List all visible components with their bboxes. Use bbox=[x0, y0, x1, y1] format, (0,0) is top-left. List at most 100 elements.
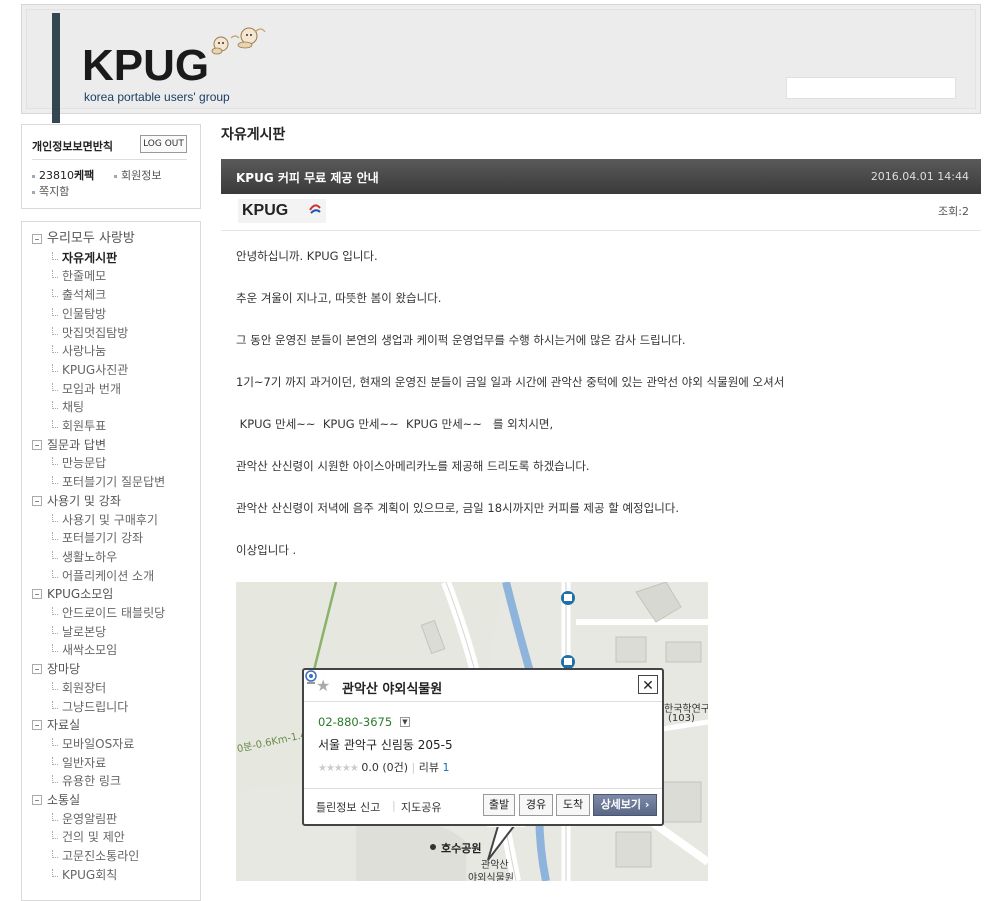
sidebar-item[interactable]: 사랑나눔 bbox=[22, 342, 200, 360]
arrive-button[interactable]: 도착 bbox=[556, 794, 590, 816]
sidebar-item[interactable]: 회원투표 bbox=[22, 417, 200, 435]
sidebar-item[interactable]: 출석체크 bbox=[22, 286, 200, 304]
member-info-label: 회원정보 bbox=[121, 169, 162, 182]
collapse-icon bbox=[32, 495, 42, 506]
share-map-link[interactable]: 지도공유 bbox=[401, 799, 441, 815]
view-count-value: 2 bbox=[962, 205, 969, 218]
author-logo[interactable]: KPUG bbox=[238, 199, 326, 223]
chevron-down-icon[interactable]: ▼ bbox=[400, 717, 410, 727]
sidebar-item[interactable]: 일반자료 bbox=[22, 754, 200, 772]
sidebar-item-label: 새싹소모임 bbox=[62, 643, 118, 658]
author-logo-text: KPUG bbox=[242, 202, 289, 219]
member-nickname: 개인정보보면반칙 bbox=[32, 140, 113, 153]
bullet-icon bbox=[114, 174, 117, 178]
member-info-link[interactable]: 회원정보 bbox=[114, 167, 161, 183]
post-author-bar: KPUG 조회:2 bbox=[221, 194, 981, 231]
sidebar-item[interactable]: KPUG회칙 bbox=[22, 866, 200, 884]
sidebar-category[interactable]: 자료실 bbox=[22, 716, 200, 734]
sidebar-item[interactable]: 새싹소모임 bbox=[22, 641, 200, 659]
tree-branch-icon bbox=[52, 550, 58, 559]
sidebar-category[interactable]: KPUG소모임 bbox=[22, 585, 200, 603]
location-pin-icon[interactable] bbox=[304, 670, 318, 686]
sidebar-item[interactable]: 사용기 및 구매후기 bbox=[22, 511, 200, 529]
place-label-line2: 야외식물원 bbox=[468, 873, 514, 881]
bullet-icon bbox=[32, 190, 35, 194]
sidebar-item[interactable]: 맛집멋집탐방 bbox=[22, 324, 200, 342]
sidebar-item[interactable]: 모임과 번개 bbox=[22, 380, 200, 398]
sidebar-item[interactable]: KPUG사진관 bbox=[22, 361, 200, 379]
tree-branch-icon bbox=[52, 532, 58, 541]
sidebar-item-label: 유용한 링크 bbox=[62, 774, 122, 789]
sidebar-item-label: KPUG회칙 bbox=[62, 867, 118, 882]
tree-branch-icon bbox=[52, 775, 58, 784]
sidebar-item[interactable]: 포터블기기 질문답변 bbox=[22, 473, 200, 491]
header-search-input[interactable] bbox=[786, 77, 956, 99]
place-address: 서울 관악구 신림동 205-5 bbox=[318, 738, 453, 752]
sidebar-item-label: 고문진소통라인 bbox=[62, 849, 140, 864]
place-name[interactable]: 관악산 야외식물원 bbox=[342, 678, 442, 697]
view-count: 조회:2 bbox=[938, 203, 969, 219]
sidebar-item[interactable]: 회원장터 bbox=[22, 679, 200, 697]
star-icon[interactable]: ★ bbox=[316, 676, 330, 695]
sidebar-item-label: 한줄메모 bbox=[62, 269, 107, 284]
sidebar-item-label: KPUG소모임 bbox=[47, 587, 114, 602]
sidebar-menu: 우리모두 사랑방 자유게시판한줄메모출석체크 인물탐방맛집멋집탐방사랑나눔 KPUG사… bbox=[21, 221, 201, 901]
sidebar-item[interactable]: 유용한 링크 bbox=[22, 772, 200, 790]
sidebar-item[interactable]: 안드로이드 태블릿당 bbox=[22, 604, 200, 622]
tree-branch-icon bbox=[52, 831, 58, 840]
sidebar-item-label: 모바일OS자료 bbox=[62, 736, 135, 751]
post-paragraph: 이상입니다 . bbox=[236, 543, 297, 557]
sidebar-item[interactable]: 모바일OS자료 bbox=[22, 735, 200, 753]
sidebar-item[interactable]: 건의 및 제안 bbox=[22, 828, 200, 846]
popup-divider bbox=[304, 701, 662, 702]
sidebar-item[interactable]: 포터블기기 강좌 bbox=[22, 529, 200, 547]
collapse-icon bbox=[32, 664, 42, 675]
sidebar-category[interactable]: 소통실 bbox=[22, 791, 200, 809]
building-number-label: (103) bbox=[668, 713, 695, 724]
tree-branch-icon bbox=[52, 607, 58, 615]
sidebar-item[interactable]: 그냥드립니다 bbox=[22, 698, 200, 716]
sidebar-category[interactable]: 사용기 및 강좌 bbox=[22, 492, 200, 510]
embedded-map[interactable]: 0분-0.6Km-1.4분 한국학연구 (103) 호수공원 관악산 야외식물원… bbox=[236, 582, 708, 881]
sidebar-category[interactable]: 우리모두 사랑방 bbox=[22, 230, 200, 248]
report-info-link[interactable]: 틀린정보 신고 bbox=[316, 799, 380, 815]
sidebar-category[interactable]: 장마당 bbox=[22, 660, 200, 678]
sidebar-item[interactable]: 운영알림판 bbox=[22, 810, 200, 828]
sidebar-item-label: 장마당 bbox=[47, 662, 81, 677]
place-info-popup: ★ 관악산 야외식물원 ✕ 02-880-3675 ▼ 서울 관악구 신림동 2… bbox=[302, 668, 664, 826]
sidebar-item[interactable]: 생활노하우 bbox=[22, 548, 200, 566]
site-logo[interactable]: KPUG bbox=[82, 44, 209, 88]
rating-value: 0.0 bbox=[361, 761, 379, 774]
sidebar-item[interactable]: 어플리케이션 소개 bbox=[22, 567, 200, 585]
sidebar-item[interactable]: 한줄메모 bbox=[22, 267, 200, 285]
place-phone[interactable]: 02-880-3675 bbox=[318, 715, 392, 729]
sidebar-item[interactable]: 고문진소통라인 bbox=[22, 847, 200, 865]
via-button[interactable]: 경유 bbox=[519, 794, 553, 816]
tree-branch-icon bbox=[52, 270, 58, 279]
points-link[interactable]: 23810케팩 bbox=[32, 167, 94, 183]
sidebar-item[interactable]: 인물탐방 bbox=[22, 305, 200, 323]
close-icon[interactable]: ✕ bbox=[638, 675, 658, 694]
tree-branch-icon bbox=[52, 700, 58, 709]
review-count-link[interactable]: 1 bbox=[443, 761, 450, 774]
place-rating: ★★★★★ 0.0 (0건) | 리뷰 1 bbox=[318, 761, 450, 774]
sidebar-category[interactable]: 질문과 답변 bbox=[22, 436, 200, 454]
sidebar-item-label: 사용기 및 구매후기 bbox=[62, 512, 158, 527]
sidebar-item[interactable]: 날로본당 bbox=[22, 623, 200, 641]
messages-link[interactable]: 쪽지함 bbox=[32, 183, 69, 199]
sidebar-item[interactable]: 채팅 bbox=[22, 398, 200, 416]
tree-branch-icon bbox=[52, 868, 58, 877]
logout-button[interactable]: LOG OUT bbox=[140, 135, 187, 153]
post-paragraph: 관악산 산신령이 시원한 아이스아메리카노를 제공해 드리도록 하겠습니다. bbox=[236, 459, 590, 473]
sidebar-item-label: 맛집멋집탐방 bbox=[62, 325, 129, 340]
collapse-icon bbox=[32, 795, 42, 805]
sidebar-item[interactable]: 자유게시판 bbox=[22, 249, 200, 267]
login-divider bbox=[32, 159, 187, 160]
sidebar-item[interactable]: 만능문답 bbox=[22, 454, 200, 472]
member-login-box: 개인정보보면반칙 LOG OUT 23810케팩 회원정보 쪽지함 bbox=[21, 124, 201, 209]
depart-button[interactable]: 출발 bbox=[483, 794, 515, 816]
tree-branch-icon bbox=[52, 401, 58, 410]
review-label: 리뷰 bbox=[418, 761, 439, 774]
details-button[interactable]: 상세보기 › bbox=[593, 794, 657, 816]
header-panel: KPUG korea portable users' group bbox=[26, 9, 976, 123]
